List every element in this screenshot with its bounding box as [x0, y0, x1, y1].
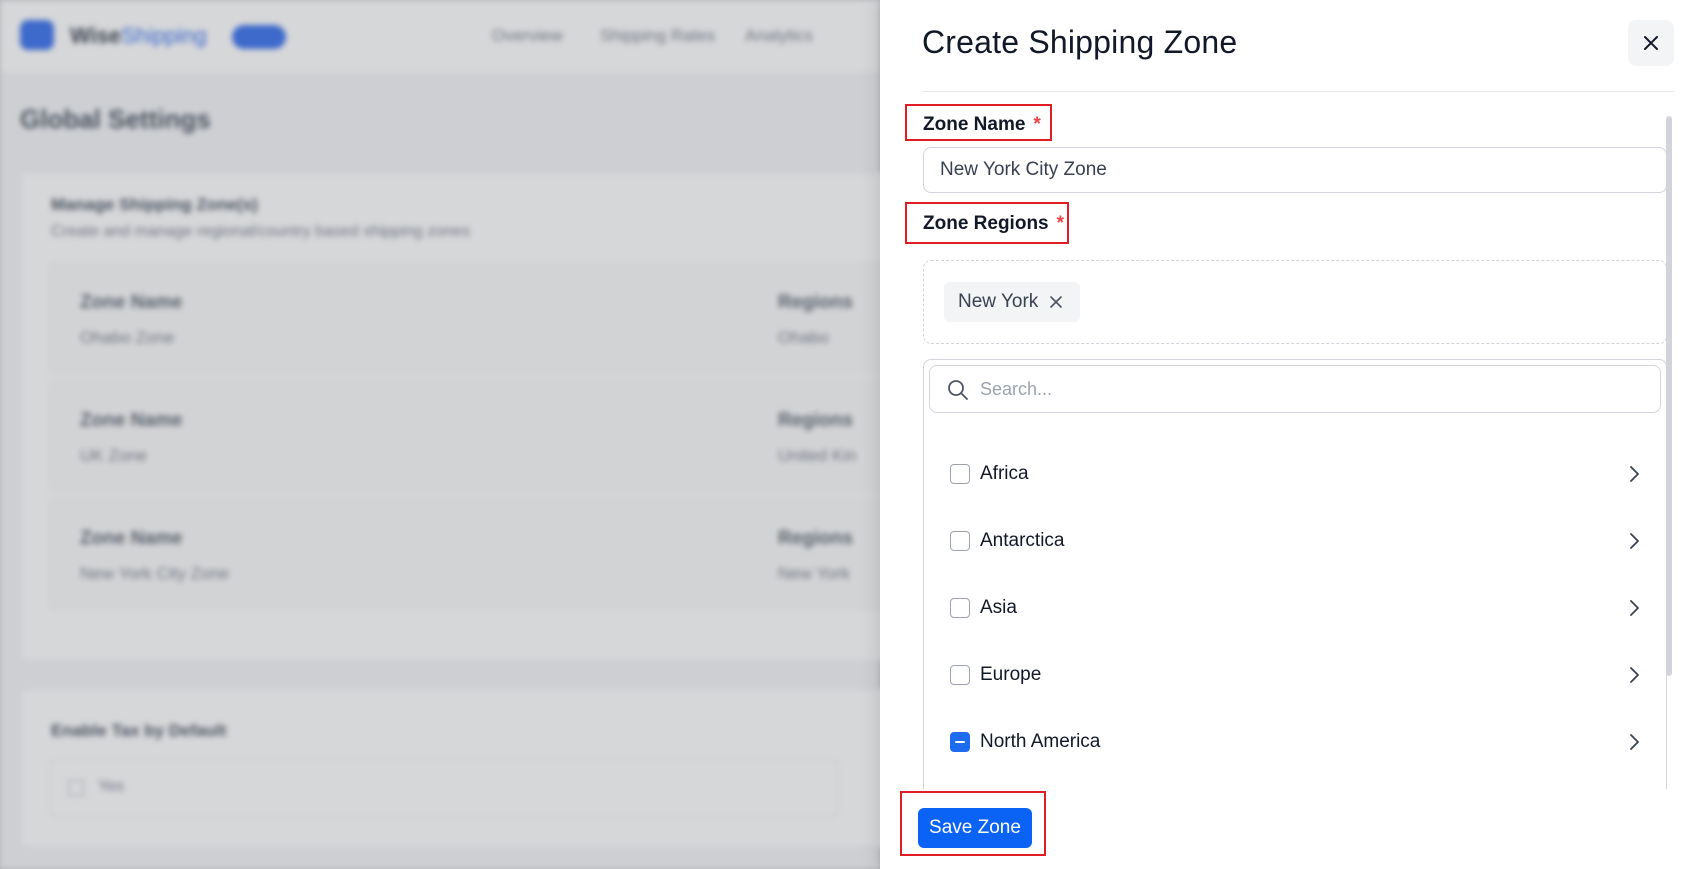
region-search: [929, 365, 1661, 413]
chevron-right-icon[interactable]: [1624, 531, 1644, 551]
region-checkbox[interactable]: [950, 464, 970, 484]
required-mark: *: [1056, 213, 1065, 234]
zone-regions-label: Zone Regions *: [923, 213, 1064, 235]
chevron-right-icon[interactable]: [1624, 598, 1644, 618]
region-item-antarctica[interactable]: Antarctica: [924, 511, 1666, 571]
region-item-europe[interactable]: Europe: [924, 645, 1666, 705]
header-divider: [922, 91, 1674, 92]
chevron-right-icon[interactable]: [1624, 464, 1644, 484]
create-zone-drawer: Create Shipping Zone Zone Name * Zone Reg…: [880, 0, 1688, 869]
region-checkbox[interactable]: [950, 598, 970, 618]
search-icon: [948, 380, 968, 400]
remove-region-button[interactable]: [1048, 294, 1064, 310]
drawer-title: Create Shipping Zone: [922, 24, 1238, 60]
zone-name-input[interactable]: [923, 147, 1667, 193]
search-input[interactable]: [980, 367, 1640, 411]
region-chip-label: New York: [958, 291, 1039, 312]
modal-overlay[interactable]: [0, 0, 880, 869]
region-label: Antarctica: [980, 530, 1065, 551]
region-item-asia[interactable]: Asia: [924, 578, 1666, 638]
region-chip: New York: [944, 282, 1081, 322]
selected-regions-box: New York: [923, 260, 1667, 344]
chevron-right-icon[interactable]: [1624, 732, 1644, 752]
region-checkbox[interactable]: [950, 531, 970, 551]
region-checkbox-partial[interactable]: [950, 732, 970, 752]
zone-name-label: Zone Name *: [923, 114, 1041, 136]
region-label: Europe: [980, 664, 1042, 685]
region-tree: Africa Antarctica Asia Europe North Amer…: [923, 359, 1667, 789]
region-checkbox[interactable]: [950, 665, 970, 685]
chevron-right-icon[interactable]: [1624, 665, 1644, 685]
close-icon: [1644, 36, 1658, 50]
zone-name-label-text: Zone Name: [923, 114, 1026, 135]
zone-regions-label-text: Zone Regions: [923, 213, 1049, 234]
region-item-north-america[interactable]: North America: [924, 712, 1666, 772]
region-label: North America: [980, 731, 1101, 752]
close-button[interactable]: [1628, 20, 1674, 66]
required-mark: *: [1033, 114, 1041, 135]
region-label: Asia: [980, 597, 1017, 618]
region-label: Africa: [980, 463, 1029, 484]
region-item-africa[interactable]: Africa: [924, 444, 1666, 504]
save-zone-button[interactable]: Save Zone: [918, 808, 1032, 848]
x-icon: [1050, 296, 1063, 308]
